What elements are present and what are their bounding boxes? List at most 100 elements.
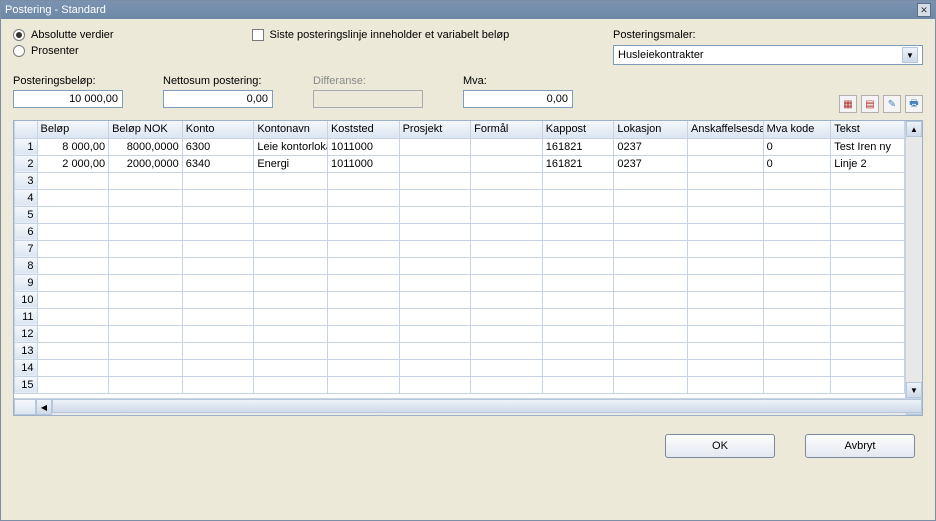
close-icon[interactable]: ✕ [917, 3, 931, 17]
cell-konto[interactable] [182, 240, 254, 257]
table-row[interactable]: 12 [15, 325, 905, 342]
cell-ansk[interactable] [687, 376, 763, 393]
table-row[interactable]: 15 [15, 376, 905, 393]
cell-prosjekt[interactable] [399, 376, 471, 393]
cell-mva[interactable] [763, 257, 831, 274]
cell-koststed[interactable] [327, 223, 399, 240]
cell-mva[interactable]: 0 [763, 138, 831, 155]
table-row[interactable]: 22 000,002000,00006340Energi101100016182… [15, 155, 905, 172]
table-row[interactable]: 8 [15, 257, 905, 274]
cell-tekst[interactable] [831, 376, 905, 393]
cell-belop[interactable] [37, 359, 109, 376]
cell-tekst[interactable] [831, 325, 905, 342]
cell-lokasjon[interactable] [614, 308, 688, 325]
cell-lokasjon[interactable] [614, 325, 688, 342]
cell-ansk[interactable] [687, 223, 763, 240]
cell-formal[interactable] [471, 308, 543, 325]
cell-formal[interactable] [471, 223, 543, 240]
cell-kontonavn[interactable] [254, 291, 328, 308]
cell-konto[interactable] [182, 189, 254, 206]
cell-lokasjon[interactable]: 0237 [614, 138, 688, 155]
cell-kappost[interactable] [542, 206, 614, 223]
table-row[interactable]: 7 [15, 240, 905, 257]
cell-belop[interactable] [37, 342, 109, 359]
col-mvakode[interactable]: Mva kode [763, 121, 831, 138]
col-kappost[interactable]: Kappost [542, 121, 614, 138]
cell-kontonavn[interactable]: Energi [254, 155, 328, 172]
cell-mva[interactable] [763, 308, 831, 325]
cell-belop[interactable] [37, 223, 109, 240]
cell-belop[interactable] [37, 206, 109, 223]
cell-beloknok[interactable]: 8000,0000 [109, 138, 183, 155]
cell-lokasjon[interactable] [614, 342, 688, 359]
scroll-down-icon[interactable]: ▼ [906, 382, 922, 398]
table-row[interactable]: 13 [15, 342, 905, 359]
posteringsbelop-input[interactable]: 10 000,00 [13, 90, 123, 108]
cell-belop[interactable] [37, 240, 109, 257]
nettosum-input[interactable]: 0,00 [163, 90, 273, 108]
table-row[interactable]: 14 [15, 359, 905, 376]
cell-kappost[interactable]: 161821 [542, 155, 614, 172]
cell-koststed[interactable] [327, 291, 399, 308]
cell-formal[interactable] [471, 342, 543, 359]
cell-kappost[interactable]: 161821 [542, 138, 614, 155]
mva-input[interactable]: 0,00 [463, 90, 573, 108]
cell-beloknok[interactable] [109, 376, 183, 393]
cell-kappost[interactable] [542, 257, 614, 274]
cell-lokasjon[interactable] [614, 172, 688, 189]
cell-kontonavn[interactable] [254, 223, 328, 240]
posting-grid[interactable]: Beløp Beløp NOK Konto Kontonavn Koststed… [14, 121, 905, 394]
cell-kontonavn[interactable] [254, 172, 328, 189]
cell-formal[interactable] [471, 359, 543, 376]
cell-mva[interactable] [763, 206, 831, 223]
cell-ansk[interactable] [687, 240, 763, 257]
cell-tekst[interactable] [831, 257, 905, 274]
cell-tekst[interactable]: Linje 2 [831, 155, 905, 172]
cell-konto[interactable] [182, 274, 254, 291]
cell-ansk[interactable] [687, 172, 763, 189]
cell-mva[interactable] [763, 376, 831, 393]
table-icon[interactable]: ▦ [839, 95, 857, 113]
col-konto[interactable]: Konto [182, 121, 254, 138]
cell-beloknok[interactable] [109, 189, 183, 206]
cell-tekst[interactable] [831, 342, 905, 359]
cell-formal[interactable] [471, 155, 543, 172]
cell-prosjekt[interactable] [399, 223, 471, 240]
cell-koststed[interactable] [327, 189, 399, 206]
cell-beloknok[interactable] [109, 359, 183, 376]
grid-icon[interactable]: ▤ [861, 95, 879, 113]
cell-prosjekt[interactable] [399, 257, 471, 274]
cell-kontonavn[interactable] [254, 342, 328, 359]
cell-kappost[interactable] [542, 308, 614, 325]
clear-icon[interactable]: ✎ [883, 95, 901, 113]
cell-kappost[interactable] [542, 342, 614, 359]
cell-kappost[interactable] [542, 274, 614, 291]
cell-tekst[interactable] [831, 291, 905, 308]
cell-prosjekt[interactable] [399, 155, 471, 172]
cell-kontonavn[interactable] [254, 189, 328, 206]
cell-tekst[interactable] [831, 172, 905, 189]
vertical-scrollbar[interactable]: ▲ ▼ [905, 121, 922, 398]
col-lokasjon[interactable]: Lokasjon [614, 121, 688, 138]
cell-ansk[interactable] [687, 342, 763, 359]
cell-beloknok[interactable] [109, 223, 183, 240]
print-icon[interactable]: 🖶 [905, 95, 923, 113]
cell-kontonavn[interactable] [254, 359, 328, 376]
cell-beloknok[interactable] [109, 325, 183, 342]
cell-koststed[interactable]: 1011000 [327, 155, 399, 172]
cell-formal[interactable] [471, 172, 543, 189]
cell-kontonavn[interactable] [254, 376, 328, 393]
cell-formal[interactable] [471, 138, 543, 155]
cell-beloknok[interactable] [109, 240, 183, 257]
scroll-up-icon[interactable]: ▲ [906, 121, 922, 137]
cell-lokasjon[interactable] [614, 291, 688, 308]
horizontal-scrollbar[interactable]: ◀ ▶ [14, 398, 922, 415]
cell-belop[interactable] [37, 274, 109, 291]
col-prosjekt[interactable]: Prosjekt [399, 121, 471, 138]
cell-konto[interactable] [182, 325, 254, 342]
cell-kappost[interactable] [542, 291, 614, 308]
cell-beloknok[interactable] [109, 274, 183, 291]
table-row[interactable]: 18 000,008000,00006300Leie kontorlokale1… [15, 138, 905, 155]
cell-ansk[interactable] [687, 359, 763, 376]
cell-belop[interactable]: 2 000,00 [37, 155, 109, 172]
